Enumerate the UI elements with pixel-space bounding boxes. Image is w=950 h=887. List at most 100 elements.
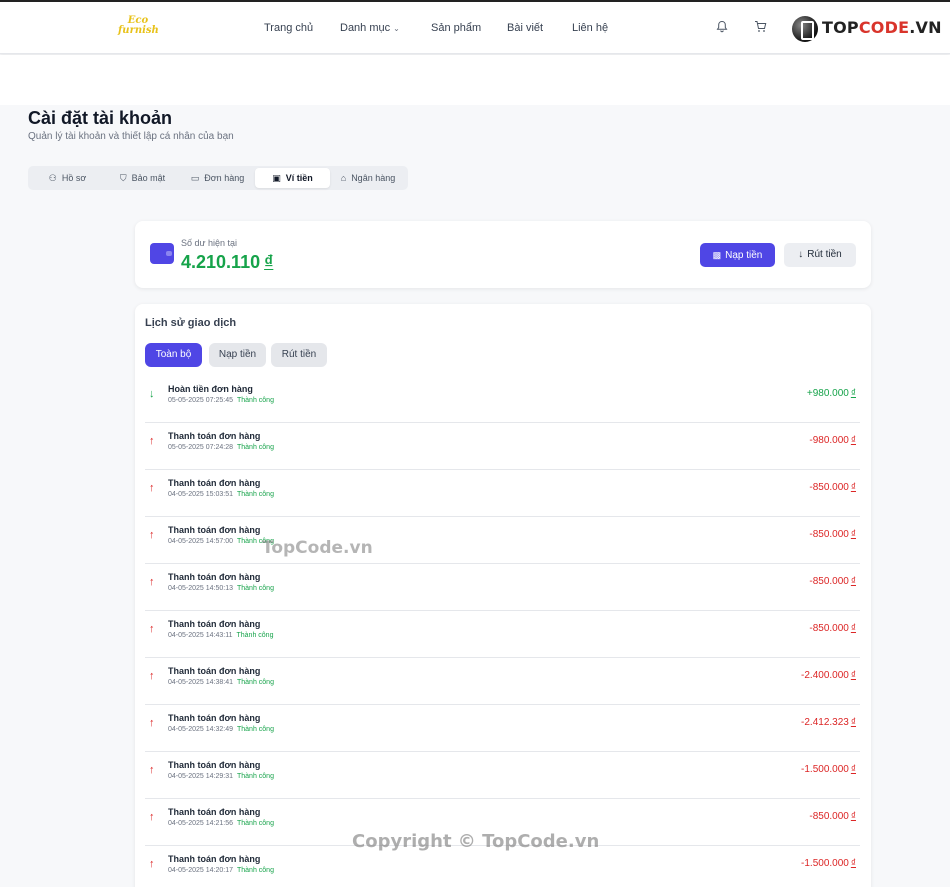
transaction-status: Thành công [237,585,274,592]
transaction-status: Thành công [237,867,274,874]
transaction-datetime: 05-05-2025 07:24:28 [168,444,233,451]
tab-orders[interactable]: ▭ Đơn hàng [180,168,255,188]
arrow-up-icon: ↑ [149,670,155,682]
transaction-row: ↑ Thanh toán đơn hàng 05-05-2025 07:24:28 T… [145,423,860,470]
transaction-meta: 04-05-2025 15:03:51 Thành công [168,491,274,498]
tab-security[interactable]: ⛉ Bảo mật [105,168,180,188]
tab-bank[interactable]: ⌂ Ngân hàng [330,168,406,188]
transaction-datetime: 04-05-2025 14:29:31 [168,773,233,780]
transaction-row: ↑ Thanh toán đơn hàng 04-05-2025 15:03:51 T… [145,470,860,517]
arrow-up-icon: ↑ [149,623,155,635]
balance-card: Số dư hiện tại 4.210.110 ₫ ▩ Nạp tiền ↓ Rút… [135,221,871,288]
arrow-down-icon: ↓ [798,249,804,260]
shield-icon: ⛉ [119,173,127,183]
transaction-name: Thanh toán đơn hàng [168,619,261,629]
transaction-meta: 04-05-2025 14:43:11 Thành công [168,632,273,639]
transaction-history-title: Lịch sử giao dịch [145,317,237,329]
wallet-icon [150,243,174,264]
filter-withdraw[interactable]: Rút tiền [271,343,327,367]
cash-icon: ▩ [712,250,722,260]
cart-icon[interactable] [753,20,767,34]
transaction-row: ↑ Thanh toán đơn hàng 04-05-2025 14:29:31 T… [145,752,860,799]
transaction-name: Thanh toán đơn hàng [168,854,261,864]
transaction-row: ↑ Thanh toán đơn hàng 04-05-2025 14:38:41 T… [145,658,860,705]
user-icon: ⚇ [48,173,57,183]
nav-blog[interactable]: Bài viết [507,22,543,34]
deposit-button[interactable]: ▩ Nạp tiền [700,243,775,267]
transaction-row: ↑ Thanh toán đơn hàng 04-05-2025 14:57:00 T… [145,517,860,564]
transaction-name: Hoàn tiền đơn hàng [168,384,253,394]
transaction-status: Thành công [237,491,274,498]
bell-icon[interactable] [715,20,729,34]
transaction-meta: 04-05-2025 14:20:17 Thành công [168,867,274,874]
balance-amount: 4.210.110 ₫ [181,252,274,272]
transaction-row: ↑ Thanh toán đơn hàng 04-05-2025 14:50:13 T… [145,564,860,611]
transaction-datetime: 04-05-2025 14:21:56 [168,820,233,827]
wallet-icon: ▣ [272,173,281,183]
transaction-amount: -2.412.323 ₫ [801,717,856,728]
arrow-up-icon: ↑ [149,717,155,729]
transaction-meta: 05-05-2025 07:25:45 Thành công [168,397,274,404]
chevron-down-icon: ⌄ [393,24,400,33]
transaction-row: ↓ Hoàn tiền đơn hàng 05-05-2025 07:25:45 Th… [145,376,860,423]
transaction-meta: 04-05-2025 14:32:49 Thành công [168,726,274,733]
transaction-status: Thành công [236,632,274,639]
transaction-row: ↑ Thanh toán đơn hàng 04-05-2025 14:32:49 T… [145,705,860,752]
transaction-row: ↑ Thanh toán đơn hàng 04-05-2025 14:20:17 T… [145,846,860,887]
arrow-up-icon: ↑ [149,858,155,870]
transaction-status: Thành công [237,773,274,780]
transaction-amount: -1.500.000 ₫ [801,858,856,869]
withdraw-button[interactable]: ↓ Rút tiền [784,243,856,267]
tab-wallet[interactable]: ▣ Ví tiền [255,168,330,188]
transaction-name: Thanh toán đơn hàng [168,431,261,441]
transaction-amount: -850.000 ₫ [809,576,856,587]
transaction-datetime: 04-05-2025 14:50:13 [168,585,233,592]
transaction-datetime: 04-05-2025 14:43:11 [168,632,233,639]
nav-home[interactable]: Trang chủ [264,22,313,34]
transaction-amount: -850.000 ₫ [809,529,856,540]
page-title: Cài đặt tài khoản [28,108,173,128]
transaction-datetime: 04-05-2025 14:32:49 [168,726,233,733]
transaction-meta: 04-05-2025 14:38:41 Thành công [168,679,274,686]
arrow-down-icon: ↓ [149,388,155,400]
arrow-up-icon: ↑ [149,482,155,494]
nav-categories[interactable]: Danh mục ⌄ [340,22,400,34]
transaction-status: Thành công [237,397,274,404]
arrow-up-icon: ↑ [149,435,155,447]
transaction-name: Thanh toán đơn hàng [168,525,261,535]
arrow-up-icon: ↑ [149,811,155,823]
transaction-amount: -1.500.000 ₫ [801,764,856,775]
filter-deposit[interactable]: Nạp tiền [209,343,266,367]
tab-profile[interactable]: ⚇ Hồ sơ [30,168,105,188]
arrow-up-icon: ↑ [149,764,155,776]
transaction-datetime: 05-05-2025 07:25:45 [168,397,233,404]
transaction-amount: -850.000 ₫ [809,811,856,822]
top-navbar: Eco furnish Trang chủ Danh mục ⌄ Sản phẩm… [0,0,950,54]
transaction-meta: 04-05-2025 14:57:00 Thành công [168,538,274,545]
transaction-amount: -850.000 ₫ [809,623,856,634]
transaction-datetime: 04-05-2025 14:20:17 [168,867,233,874]
transaction-amount: -980.000 ₫ [809,435,856,446]
transaction-status: Thành công [237,679,274,686]
transaction-datetime: 04-05-2025 14:38:41 [168,679,233,686]
transaction-name: Thanh toán đơn hàng [168,760,261,770]
nav-contact[interactable]: Liên hệ [572,22,608,34]
arrow-up-icon: ↑ [149,529,155,541]
transaction-meta: 04-05-2025 14:29:31 Thành công [168,773,274,780]
transaction-status: Thành công [237,820,274,827]
filter-all[interactable]: Toàn bộ [145,343,202,367]
transaction-status: Thành công [237,444,274,451]
transaction-name: Thanh toán đơn hàng [168,666,261,676]
transaction-name: Thanh toán đơn hàng [168,807,261,817]
transaction-row: ↑ Thanh toán đơn hàng 04-05-2025 14:43:11 T… [145,611,860,658]
bank-icon: ⌂ [340,173,347,183]
transaction-history-card: Lịch sử giao dịch Toàn bộ Nạp tiền Rút t… [135,304,871,887]
nav-products[interactable]: Sản phẩm [431,22,481,34]
copyright-watermark: Copyright © TopCode.vn [352,831,600,852]
transaction-amount: -850.000 ₫ [809,482,856,493]
transaction-amount: +980.000 ₫ [806,388,856,399]
brand-emblem-icon [792,16,818,42]
transaction-name: Thanh toán đơn hàng [168,713,261,723]
page-subtitle: Quản lý tài khoản và thiết lập cá nhân c… [28,131,234,142]
transaction-amount: -2.400.000 ₫ [801,670,856,681]
